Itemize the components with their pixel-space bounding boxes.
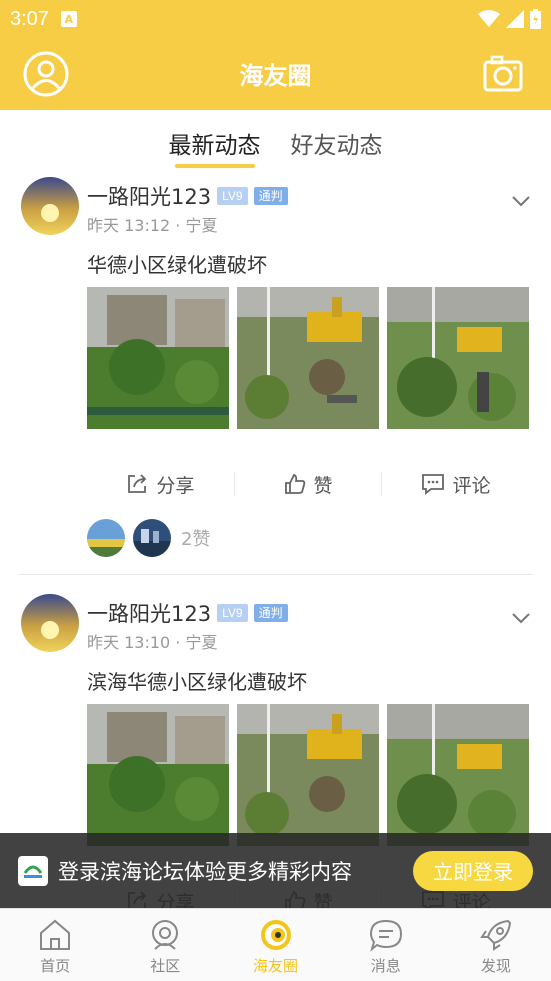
rank-badge: 通判	[253, 604, 288, 622]
like-label: 赞	[313, 474, 333, 497]
nav-friends-circle[interactable]: 海友圈	[220, 909, 330, 981]
nav-home[interactable]: 首页	[0, 909, 110, 981]
camera-button[interactable]	[483, 54, 523, 94]
nav-community[interactable]: 社区	[110, 909, 220, 981]
bottom-nav: 首页 社区 海友圈 消息 发现	[0, 908, 551, 981]
login-button[interactable]: 立即登录	[413, 850, 533, 891]
likes-row: 2赞	[87, 519, 210, 557]
post-username-row: 一路阳光123 LV9 通判	[87, 181, 288, 211]
message-icon	[369, 919, 402, 952]
page-title: 海友圈	[239, 62, 312, 90]
friends-circle-icon	[260, 920, 291, 950]
wifi-icon	[478, 10, 500, 27]
post-username-row: 一路阳光123 LV9 通判	[87, 598, 288, 628]
rocket-icon	[480, 919, 511, 951]
post-actions: 分享 赞 评论	[87, 467, 529, 501]
rank-badge: 通判	[253, 187, 288, 205]
nav-label: 消息	[370, 957, 401, 975]
post-text: 华德小区绿化遭破坏	[87, 253, 267, 277]
tab-latest[interactable]: 最新动态	[169, 126, 261, 168]
status-time: 3:07	[10, 7, 49, 30]
nav-label: 发现	[480, 957, 511, 975]
post-photo[interactable]	[87, 704, 229, 846]
feed-tabs: 最新动态 好友动态	[0, 110, 551, 168]
chevron-down-icon[interactable]	[511, 608, 531, 628]
post-images	[87, 287, 529, 429]
username[interactable]: 一路阳光123	[87, 181, 211, 211]
post-images	[87, 704, 529, 846]
forum-logo-icon	[18, 855, 48, 886]
status-bar: 3:07 A	[0, 0, 551, 38]
nav-messages[interactable]: 消息	[331, 909, 441, 981]
battery-icon	[530, 9, 541, 29]
nav-label: 首页	[40, 957, 71, 975]
tab-friends[interactable]: 好友动态	[291, 126, 383, 166]
status-icons	[478, 9, 541, 29]
avatar[interactable]	[21, 594, 79, 652]
level-badge: LV9	[217, 604, 248, 622]
post-photo[interactable]	[237, 287, 379, 429]
nav-label: 社区	[150, 957, 181, 975]
thumbs-up-icon	[284, 473, 305, 494]
login-banner: 登录滨海论坛体验更多精彩内容 立即登录	[0, 833, 551, 908]
home-icon	[40, 919, 71, 950]
comment-button[interactable]: 评论	[382, 471, 529, 498]
share-button[interactable]: 分享	[87, 471, 234, 498]
post-photo[interactable]	[387, 704, 529, 846]
username[interactable]: 一路阳光123	[87, 598, 211, 628]
app-header: 海友圈	[0, 38, 551, 110]
signal-icon	[506, 10, 524, 28]
share-icon	[128, 474, 147, 493]
notification-icon: A	[60, 11, 77, 27]
avatar[interactable]	[133, 519, 171, 557]
avatar[interactable]	[21, 177, 79, 235]
like-count: 2赞	[181, 529, 211, 550]
chevron-down-icon[interactable]	[511, 191, 531, 211]
post-photo[interactable]	[87, 287, 229, 429]
community-icon	[152, 920, 179, 950]
post-photo[interactable]	[237, 704, 379, 846]
comment-icon	[421, 474, 444, 495]
level-badge: LV9	[217, 187, 248, 205]
like-button[interactable]: 赞	[235, 471, 382, 498]
camera-icon	[483, 55, 523, 92]
post-divider	[18, 574, 533, 575]
post-time: 昨天 13:10 · 宁夏	[87, 633, 218, 652]
post-text: 滨海华德小区绿化遭破坏	[87, 670, 307, 694]
post-time: 昨天 13:12 · 宁夏	[87, 216, 218, 235]
nav-label: 海友圈	[253, 957, 299, 975]
avatar[interactable]	[87, 519, 125, 557]
post-photo[interactable]	[387, 287, 529, 429]
nav-discover[interactable]: 发现	[441, 909, 551, 981]
share-label: 分享	[156, 474, 195, 497]
login-prompt-text: 登录滨海论坛体验更多精彩内容	[58, 859, 352, 884]
comment-label: 评论	[452, 474, 491, 497]
